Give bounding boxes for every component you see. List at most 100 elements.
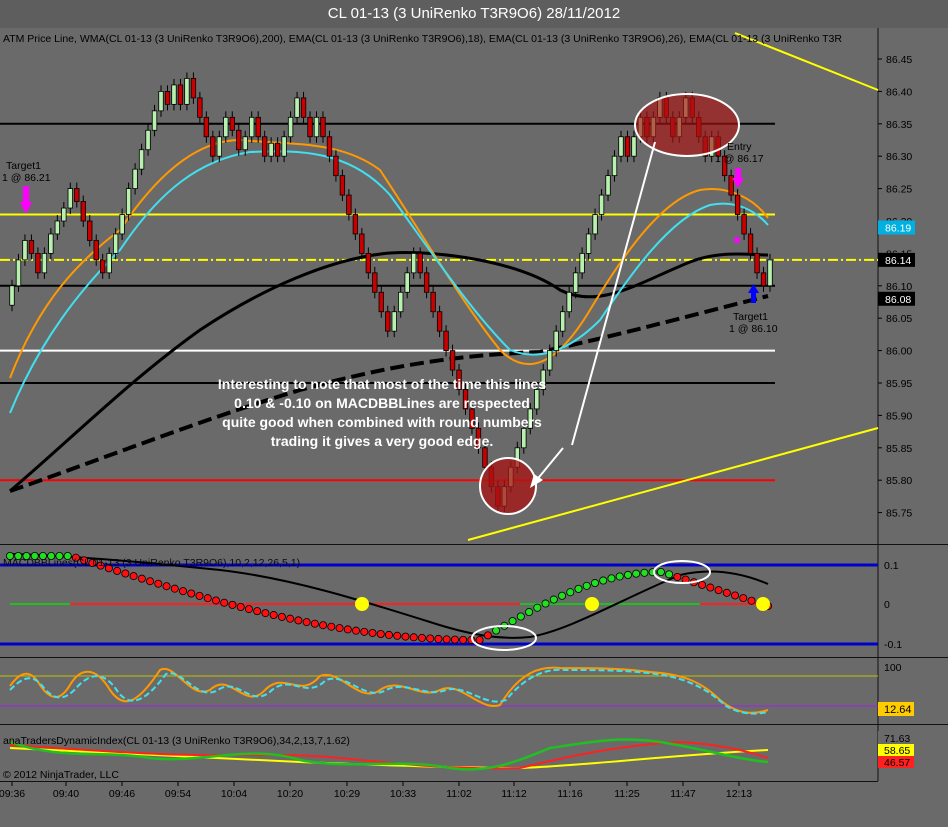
- renko-bar[interactable]: [320, 116, 326, 138]
- price-badge: 86.14: [885, 255, 911, 267]
- renko-bar[interactable]: [158, 91, 164, 112]
- macd-dot: [656, 568, 665, 577]
- renko-bar[interactable]: [100, 259, 106, 274]
- renko-bar[interactable]: [106, 252, 112, 274]
- renko-bar[interactable]: [391, 311, 397, 332]
- renko-bar[interactable]: [760, 272, 767, 287]
- renko-bar[interactable]: [125, 188, 132, 215]
- renko-bar[interactable]: [404, 272, 410, 293]
- renko-bar[interactable]: [423, 272, 430, 293]
- renko-bar[interactable]: [28, 240, 35, 254]
- time-tick-label: 10:33: [390, 788, 416, 800]
- renko-bar[interactable]: [35, 252, 41, 274]
- renko-bar[interactable]: [93, 240, 99, 261]
- renko-bar[interactable]: [54, 220, 61, 235]
- renko-bar[interactable]: [242, 136, 248, 151]
- renko-bar[interactable]: [624, 136, 631, 157]
- renko-bar[interactable]: [119, 214, 125, 235]
- renko-bar[interactable]: [449, 350, 456, 371]
- renko-bar[interactable]: [547, 350, 553, 371]
- renko-bar[interactable]: [132, 168, 138, 190]
- renko-bar[interactable]: [287, 116, 294, 138]
- renko-bar[interactable]: [534, 389, 540, 410]
- renko-bar[interactable]: [151, 110, 158, 131]
- renko-bar[interactable]: [346, 194, 352, 215]
- renko-bar[interactable]: [190, 78, 197, 99]
- renko-bar[interactable]: [145, 129, 151, 151]
- renko-bar[interactable]: [482, 447, 488, 468]
- renko-bar[interactable]: [747, 233, 754, 254]
- renko-bar[interactable]: [598, 194, 605, 215]
- window-title: CL 01-13 (3 UniRenko T3R9O6) 28/11/2012: [0, 0, 948, 28]
- renko-bar[interactable]: [767, 259, 773, 287]
- renko-bar[interactable]: [41, 252, 48, 274]
- renko-bar[interactable]: [579, 252, 585, 274]
- renko-bar[interactable]: [281, 136, 287, 157]
- renko-bar[interactable]: [229, 116, 235, 131]
- renko-bar[interactable]: [261, 136, 268, 157]
- renko-bar[interactable]: [61, 207, 67, 222]
- renko-bar[interactable]: [333, 155, 339, 177]
- renko-bar[interactable]: [67, 188, 73, 209]
- chart-canvas[interactable]: Interesting to note that most of the tim…: [0, 28, 948, 827]
- renko-bar[interactable]: [177, 84, 184, 105]
- renko-bar[interactable]: [300, 97, 307, 118]
- renko-bar[interactable]: [572, 272, 579, 293]
- renko-bar[interactable]: [223, 116, 229, 138]
- renko-bar[interactable]: [365, 252, 371, 274]
- renko-bar[interactable]: [521, 427, 527, 449]
- renko-bar[interactable]: [164, 91, 171, 105]
- renko-bar[interactable]: [87, 220, 93, 241]
- renko-bar[interactable]: [443, 330, 449, 352]
- renko-bar[interactable]: [585, 233, 592, 254]
- renko-bar[interactable]: [22, 240, 28, 261]
- renko-bar[interactable]: [216, 136, 222, 157]
- renko-bar[interactable]: [74, 188, 80, 202]
- renko-bar[interactable]: [631, 136, 637, 157]
- renko-bar[interactable]: [411, 252, 417, 274]
- renko-bar[interactable]: [352, 214, 359, 235]
- renko-bar[interactable]: [398, 291, 404, 313]
- renko-bar[interactable]: [566, 291, 572, 313]
- renko-bar[interactable]: [171, 84, 177, 105]
- renko-bar[interactable]: [339, 175, 346, 196]
- renko-bar[interactable]: [754, 252, 760, 274]
- renko-bar[interactable]: [359, 233, 365, 254]
- renko-bar[interactable]: [210, 136, 216, 157]
- renko-bar[interactable]: [560, 311, 566, 332]
- renko-bar[interactable]: [313, 116, 320, 138]
- highlight-ellipse-top[interactable]: [634, 93, 740, 157]
- renko-bar[interactable]: [611, 155, 618, 177]
- renko-bar[interactable]: [268, 142, 274, 157]
- renko-bar[interactable]: [436, 311, 443, 332]
- time-tick-label: 11:16: [557, 788, 583, 800]
- renko-bar[interactable]: [378, 291, 384, 313]
- renko-bar[interactable]: [618, 136, 624, 157]
- renko-bar[interactable]: [184, 78, 190, 105]
- renko-bar[interactable]: [430, 291, 436, 313]
- renko-bar[interactable]: [326, 136, 333, 157]
- renko-bar[interactable]: [417, 252, 423, 274]
- renko-bar[interactable]: [372, 272, 378, 293]
- renko-bar[interactable]: [734, 194, 741, 215]
- renko-bar[interactable]: [249, 116, 255, 138]
- renko-bar[interactable]: [255, 116, 261, 138]
- renko-bar[interactable]: [274, 142, 281, 157]
- renko-bar[interactable]: [15, 259, 22, 287]
- renko-bar[interactable]: [203, 116, 210, 138]
- renko-bar[interactable]: [197, 97, 203, 118]
- renko-bar[interactable]: [236, 129, 242, 151]
- renko-bar[interactable]: [592, 214, 598, 235]
- renko-bar[interactable]: [294, 97, 300, 118]
- renko-bar[interactable]: [307, 116, 313, 138]
- highlight-circle-bottom[interactable]: [479, 457, 537, 515]
- renko-bar[interactable]: [80, 201, 86, 222]
- renko-bar[interactable]: [9, 285, 15, 306]
- renko-bar[interactable]: [553, 330, 559, 352]
- renko-bar[interactable]: [741, 214, 747, 235]
- renko-bar[interactable]: [385, 311, 391, 332]
- renko-bar[interactable]: [138, 149, 145, 170]
- renko-bar[interactable]: [48, 233, 54, 254]
- renko-bar[interactable]: [112, 233, 119, 254]
- renko-bar[interactable]: [605, 175, 611, 196]
